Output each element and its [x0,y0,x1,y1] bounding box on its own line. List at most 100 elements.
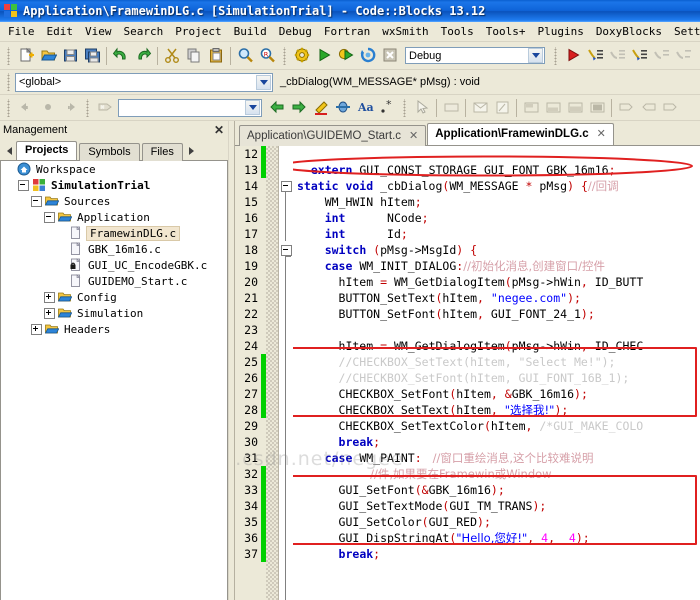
tree-item[interactable]: SimulationTrial [1,177,227,193]
new-file-icon[interactable] [15,45,37,67]
clear-bookmarks-icon[interactable] [94,97,116,119]
cut-icon[interactable] [161,45,183,67]
box-other-icon[interactable] [659,97,681,119]
code-line[interactable]: //CHECKBOX_SetText(hItem, "Select Me!"); [293,354,700,370]
debug-next-line-icon[interactable] [606,45,628,67]
tree-item[interactable]: Sources [1,193,227,209]
regex-icon[interactable]: * [376,97,398,119]
collapse-icon[interactable] [44,211,55,223]
menu-plugins[interactable]: Plugins [531,23,589,40]
layout-top-icon[interactable] [520,97,542,119]
box-right-icon[interactable] [615,97,637,119]
build-target-select[interactable]: Debug [405,47,545,64]
menu-debug[interactable]: Debug [273,23,318,40]
code-line[interactable]: hItem = WM_GetDialogItem(pMsg->hWin, ID_… [293,274,700,290]
project-tree[interactable]: Workspace SimulationTrial Sources Applicati… [0,161,228,600]
highlight-icon[interactable] [310,97,332,119]
code-line[interactable]: static void _cbDialog(WM_MESSAGE * pMsg)… [293,178,700,194]
replace-icon[interactable]: R [256,45,278,67]
menu-file[interactable]: File [2,23,41,40]
tree-item[interactable]: Workspace [1,161,227,177]
tree-item[interactable]: GUI_UC_EncodeGBK.c [1,257,227,273]
code-line[interactable]: BUTTON_SetFont(hItem, GUI_FONT_24_1); [293,306,700,322]
code-line[interactable]: BUTTON_SetText(hItem, "negee.com"); [293,290,700,306]
menu-view[interactable]: View [79,23,118,40]
chevron-down-icon[interactable] [245,100,260,115]
tree-item[interactable]: Headers [1,321,227,337]
tab-files[interactable]: Files [141,143,183,161]
editor-tab-framewindlg[interactable]: Application\FramewinDLG.c ✕ [427,123,614,145]
collapse-icon[interactable] [31,195,42,207]
box-left-icon[interactable] [637,97,659,119]
fold-toggle-icon[interactable] [281,245,292,256]
code-line[interactable]: WM_HWIN hItem; [293,194,700,210]
toolbar-grip[interactable] [5,73,12,91]
code-line[interactable]: //CHECKBOX_SetFont(hItem, GUI_FONT_16B_1… [293,370,700,386]
menu-tools[interactable]: Tools [435,23,480,40]
back-icon[interactable] [266,97,288,119]
jump-home-icon[interactable] [37,97,59,119]
code-line[interactable]: extern GUI_CONST_STORAGE GUI_FONT GBK_16… [293,162,700,178]
code-line[interactable]: GUI_SetFont(&GBK_16m16); [293,482,700,498]
expand-icon[interactable] [31,323,42,335]
collapse-icon[interactable] [18,179,29,191]
chevron-down-icon[interactable] [528,48,543,63]
menu-tools-plus[interactable]: Tools+ [480,23,532,40]
menu-fortran[interactable]: Fortran [318,23,376,40]
chevron-down-icon[interactable] [256,74,271,90]
forward-icon[interactable] [288,97,310,119]
menu-wxsmith[interactable]: wxSmith [376,23,434,40]
panel-icon[interactable] [440,97,462,119]
undo-icon[interactable] [110,45,132,67]
close-icon[interactable]: ✕ [409,129,418,142]
tab-scroll-left-icon[interactable] [2,142,16,160]
code-line[interactable]: GUI_SetTextMode(GUI_TM_TRANS); [293,498,700,514]
layout-bottom-icon[interactable] [542,97,564,119]
copy-icon[interactable] [183,45,205,67]
open-file-icon[interactable] [37,45,59,67]
fold-column[interactable] [279,146,293,600]
scope-select[interactable]: <global> [15,72,273,92]
code-pane[interactable]: 12 13 14 15 16 17 18 19 20 21 22 23 24 25 26 27 28 29 30 31… [235,146,700,600]
code-line[interactable]: GUI_DispStringAt("Hello,您好!", 4, 4); [293,530,700,546]
menu-settings[interactable]: Settings [668,23,700,40]
code-line[interactable]: GUI_SetColor(GUI_RED); [293,514,700,530]
code-line[interactable]: CHECKBOX_SetText(hItem, "选择我!"); [293,402,700,418]
toolbar-grip[interactable] [401,98,408,117]
code-line[interactable]: case WM_INIT_DIALOG://初始化消息,创建窗口/控件 [293,258,700,274]
toolbar-grip[interactable] [5,46,12,65]
save-icon[interactable] [59,45,81,67]
build-and-run-icon[interactable] [335,45,357,67]
insert-icon[interactable] [332,97,354,119]
code-line[interactable]: CHECKBOX_SetFont(hItem, &GBK_16m16); [293,386,700,402]
code-line[interactable]: //件,如果要在Framewin或Window [293,466,700,482]
editor-tab-guidemo-start[interactable]: Application\GUIDEMO_Start.c ✕ [239,125,427,146]
search-input[interactable] [118,98,262,117]
paste-icon[interactable] [205,45,227,67]
code-line[interactable] [293,322,700,338]
toolbar-grip[interactable] [552,46,559,65]
tab-projects[interactable]: Projects [16,141,78,160]
menu-search[interactable]: Search [118,23,170,40]
toolbar-grip[interactable] [281,46,288,65]
menu-project[interactable]: Project [169,23,227,40]
code-line[interactable]: int NCode; [293,210,700,226]
expand-icon[interactable] [44,307,55,319]
frame-icon[interactable] [491,97,513,119]
toolbar-grip[interactable] [84,98,91,117]
save-all-icon[interactable] [81,45,103,67]
menu-doxyblocks[interactable]: DoxyBlocks [590,23,668,40]
close-icon[interactable]: ✕ [597,127,606,140]
code-line[interactable]: hItem = WM_GetDialogItem(pMsg->hWin, ID_… [293,338,700,354]
build-icon[interactable] [291,45,313,67]
tree-item[interactable]: FramewinDLG.c [1,225,227,241]
pointer-icon[interactable] [411,97,433,119]
tab-symbols[interactable]: Symbols [79,143,140,161]
format-icon[interactable]: Aa [354,97,376,119]
redo-icon[interactable] [132,45,154,67]
tree-item[interactable]: Config [1,289,227,305]
jump-back-icon[interactable] [15,97,37,119]
debug-next-instruction-icon[interactable] [672,45,694,67]
debug-step-into-icon[interactable] [628,45,650,67]
find-icon[interactable] [234,45,256,67]
